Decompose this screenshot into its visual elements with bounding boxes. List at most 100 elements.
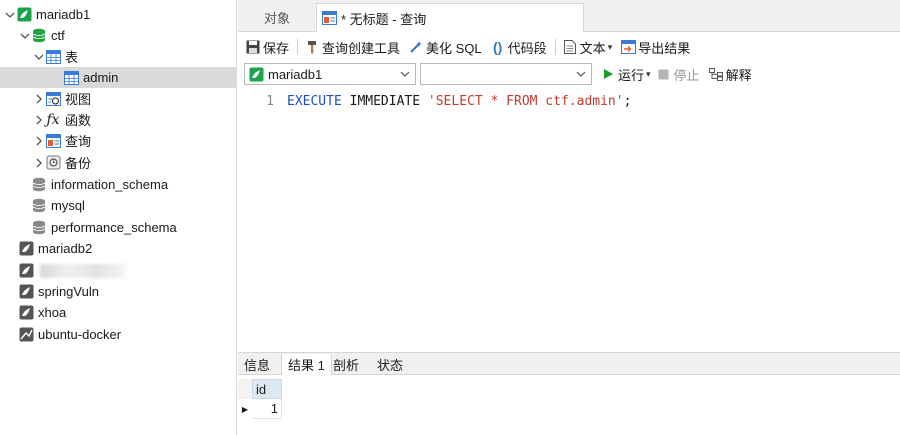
- column-header-id[interactable]: id: [252, 379, 282, 399]
- tree-connection-label: mariadb2: [38, 241, 93, 256]
- tab-profile[interactable]: 剖析: [327, 354, 365, 375]
- text-label: 文本: [579, 40, 606, 56]
- tree-database-label: mysql: [51, 198, 85, 213]
- tree-group-tables[interactable]: 表: [0, 46, 236, 67]
- grid-cell[interactable]: 1: [252, 399, 282, 419]
- hammer-icon: [304, 39, 320, 55]
- sql-string-literal: 'SELECT * FROM ctf.admin': [427, 94, 624, 109]
- tree-group-label: 备份: [65, 156, 92, 171]
- tab-status[interactable]: 状态: [371, 354, 409, 375]
- tree-table-admin[interactable]: admin: [0, 67, 236, 88]
- tree-connection-obscured[interactable]: [0, 260, 236, 281]
- tab-info[interactable]: 信息: [238, 354, 276, 375]
- save-button[interactable]: 保存: [242, 36, 292, 58]
- tree-database-label: ctf: [51, 28, 65, 43]
- tree-connection-label: xhoa: [38, 305, 67, 320]
- database-select[interactable]: [420, 63, 592, 85]
- run-label: 运行: [618, 67, 645, 83]
- chevron-right-icon[interactable]: [33, 157, 45, 169]
- query-icon: [45, 133, 61, 149]
- export-label: 导出结果: [638, 40, 691, 56]
- table-group-icon: [45, 49, 61, 65]
- tree-group-functions[interactable]: ƒx 函数: [0, 109, 236, 130]
- column-header-label: id: [256, 381, 267, 397]
- text-mode-button[interactable]: 文本 ▾: [559, 36, 616, 58]
- redacted-label: [40, 263, 126, 278]
- chevron-right-icon[interactable]: [33, 114, 45, 126]
- mariadb-connection-icon: [18, 263, 34, 279]
- line-number: 1: [266, 94, 274, 109]
- beautify-sql-button[interactable]: 美化 SQL: [405, 36, 485, 58]
- save-label: 保存: [263, 40, 290, 56]
- mariadb-connection-icon: [18, 241, 34, 257]
- line-number-gutter: 1: [238, 88, 276, 350]
- tree-connection-ubuntu-docker[interactable]: ubuntu-docker: [0, 324, 236, 345]
- tree-connection-mariadb2[interactable]: mariadb2: [0, 238, 236, 259]
- function-icon: ƒx: [46, 111, 60, 128]
- result-grid[interactable]: id ▶ 1: [238, 376, 900, 435]
- tab-bar: 对象 * 无标题 - 查询: [238, 0, 900, 32]
- export-results-button[interactable]: 导出结果: [617, 36, 693, 58]
- tab-label: 状态: [377, 358, 404, 373]
- snippet-button[interactable]: () 代码段: [487, 36, 550, 58]
- tab-label: 对象: [263, 11, 290, 26]
- play-icon: [600, 66, 616, 82]
- mariadb-connection-icon: [248, 66, 264, 82]
- tree-database-mysql[interactable]: mysql: [0, 195, 236, 216]
- code-line[interactable]: EXECUTE IMMEDIATE 'SELECT * FROM ctf.adm…: [287, 94, 631, 109]
- chevron-down-icon[interactable]: [400, 69, 410, 79]
- chevron-down-icon[interactable]: [576, 69, 586, 79]
- stop-icon: [656, 66, 672, 82]
- explain-button[interactable]: 解释: [708, 65, 752, 84]
- dropdown-caret-icon[interactable]: ▾: [608, 42, 613, 53]
- snippet-label: 代码段: [507, 40, 547, 56]
- query-toolbar: 保存 查询创建工具 美化 SQL () 代码段 文本 ▾ 导出结果: [238, 33, 900, 61]
- tree-group-queries[interactable]: 查询: [0, 130, 236, 151]
- tab-objects[interactable]: 对象: [238, 3, 316, 32]
- dropdown-caret-icon[interactable]: ▾: [646, 69, 651, 80]
- query-builder-button[interactable]: 查询创建工具: [301, 36, 403, 58]
- export-icon: [620, 39, 636, 55]
- tree-group-views[interactable]: 视图: [0, 88, 236, 109]
- view-icon: [45, 91, 61, 107]
- tab-result-1[interactable]: 结果 1: [281, 354, 332, 375]
- explain-label: 解释: [725, 67, 752, 83]
- run-button[interactable]: 运行 ▾: [600, 65, 651, 84]
- connection-selector-bar: mariadb1 运行 ▾ 停止 解释: [238, 61, 900, 87]
- tree-database-label: information_schema: [51, 177, 169, 192]
- tree-group-label: 视图: [65, 92, 92, 107]
- query-icon: [321, 10, 337, 26]
- chevron-down-icon[interactable]: [19, 30, 31, 42]
- tree-table-label: admin: [83, 70, 119, 85]
- tree-connection-mariadb1[interactable]: mariadb1: [0, 4, 236, 25]
- grid-corner: [238, 379, 252, 399]
- stop-button[interactable]: 停止: [656, 65, 700, 84]
- result-tab-bar: 信息 结果 1 剖析 状态: [238, 352, 900, 375]
- sql-terminator: ;: [623, 94, 632, 109]
- tree-connection-xhoa[interactable]: xhoa: [0, 302, 236, 323]
- stop-label: 停止: [673, 67, 700, 83]
- save-icon: [245, 39, 261, 55]
- chevron-right-icon[interactable]: [33, 135, 45, 147]
- tree-group-backups[interactable]: 备份: [0, 152, 236, 173]
- sql-editor[interactable]: 1 EXECUTE IMMEDIATE 'SELECT * FROM ctf.a…: [238, 88, 900, 350]
- tree-connection-label: mariadb1: [36, 7, 91, 22]
- chevron-down-icon[interactable]: [33, 51, 45, 63]
- tree-group-label: 函数: [65, 113, 92, 128]
- database-icon: [31, 220, 47, 236]
- tab-query[interactable]: * 无标题 - 查询: [316, 3, 584, 32]
- tree-database-ctf[interactable]: ctf: [0, 25, 236, 46]
- tree-database-information-schema[interactable]: information_schema: [0, 174, 236, 195]
- braces-icon: (): [492, 39, 503, 55]
- tree-database-performance-schema[interactable]: performance_schema: [0, 217, 236, 238]
- ssh-connection-icon: [18, 327, 34, 343]
- connection-select[interactable]: mariadb1: [244, 63, 416, 85]
- main-area: 对象 * 无标题 - 查询 保存 查询创建工具 美化 SQL () 代码段 文本: [238, 0, 900, 435]
- tab-label: 结果 1: [288, 358, 325, 373]
- sql-keyword: IMMEDIATE: [349, 94, 421, 109]
- tree-connection-springvuln[interactable]: springVuln: [0, 281, 236, 302]
- tree-database-label: performance_schema: [51, 220, 177, 235]
- chevron-right-icon[interactable]: [33, 93, 45, 105]
- chevron-down-icon[interactable]: [4, 9, 16, 21]
- tab-label: * 无标题 - 查询: [341, 11, 427, 27]
